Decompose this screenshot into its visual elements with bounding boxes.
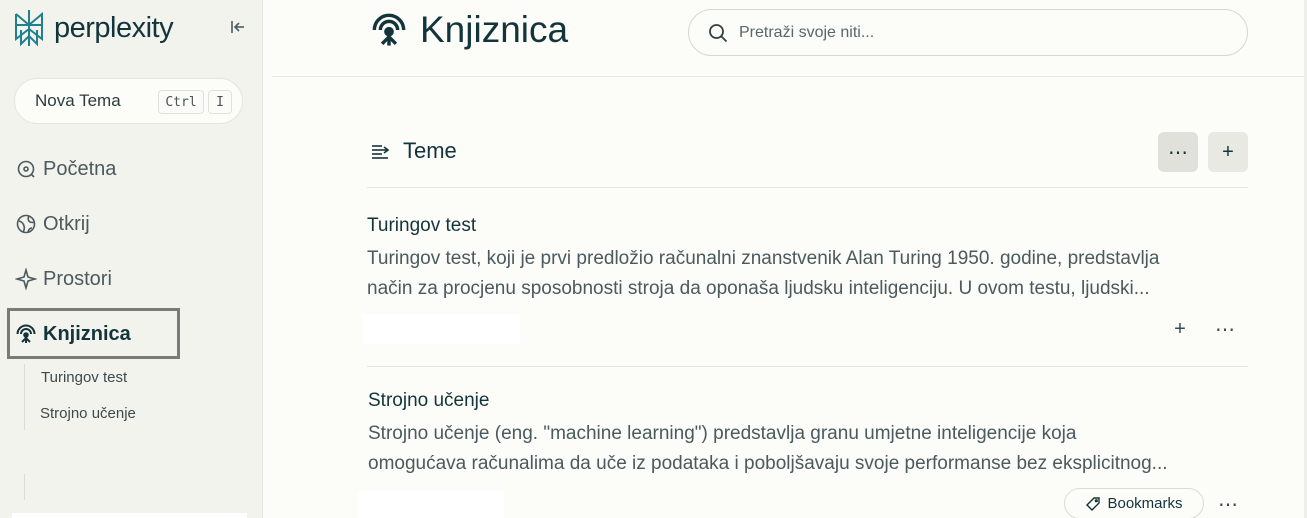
sidebar-item-label: Prostori [43, 267, 112, 290]
sidebar-item-discover[interactable]: Otkrij [15, 209, 90, 239]
thread-title[interactable]: Turingov test [367, 215, 476, 237]
new-topic-button[interactable]: Nova Tema Ctrl I [14, 78, 243, 124]
sidebar-item-label: Početna [43, 157, 117, 180]
more-horizontal-icon: ⋯ [1218, 493, 1238, 516]
header: Knjiznica [272, 0, 1307, 77]
thread-snippet-line: način za procjenu sposobnosti stroja da … [367, 278, 1150, 299]
thread-title[interactable]: Strojno učenje [368, 390, 489, 412]
redacted-area [358, 491, 504, 518]
sparkle-icon [15, 268, 37, 290]
search-input[interactable] [739, 23, 1219, 42]
divider [367, 366, 1248, 367]
thread-snippet-line: Turingov test, koji je prvi predložio ra… [367, 248, 1160, 269]
search-box[interactable] [688, 9, 1248, 56]
bookmarks-tag-button[interactable]: Bookmarks [1064, 488, 1204, 518]
redacted-area [362, 314, 520, 344]
compass-icon [17, 160, 35, 178]
divider [24, 474, 25, 500]
add-to-space-button[interactable]: + [1167, 316, 1193, 342]
new-topic-label: Nova Tema [35, 91, 121, 110]
thread-snippet-line: Strojno učenje (eng. "machine learning")… [368, 423, 1077, 444]
globe-icon [16, 214, 36, 234]
search-icon [709, 23, 728, 42]
section-add-button[interactable]: + [1208, 132, 1248, 172]
thread-more-button[interactable]: ⋯ [1215, 491, 1241, 517]
page-title: Knjiznica [370, 9, 568, 51]
shortcut-key-i: I [208, 90, 232, 114]
sidebar: perplexity Nova Tema Ctrl I Početna Otkr… [0, 0, 263, 518]
sidebar-item-spaces[interactable]: Prostori [15, 264, 112, 294]
sidebar-item-label: Knjiznica [43, 322, 131, 345]
sidebar-footer [12, 513, 247, 518]
section-title: Teme [370, 138, 457, 164]
library-icon [372, 13, 406, 46]
tag-icon [1086, 496, 1101, 511]
more-horizontal-icon: ⋯ [1168, 141, 1188, 164]
section-title-text: Teme [403, 138, 457, 163]
thread-snippet[interactable]: Strojno učenje (eng. "machine learning")… [368, 419, 1248, 479]
threads-section-header: Teme ⋯ + [370, 132, 1248, 172]
library-icon [16, 324, 36, 343]
collapse-left-icon [231, 21, 244, 33]
logo[interactable]: perplexity [12, 8, 174, 48]
library-thread-link[interactable]: Turingov test [41, 369, 127, 386]
sidebar-item-library[interactable]: Knjiznica [15, 319, 131, 349]
divider [367, 187, 1248, 188]
thread-snippet[interactable]: Turingov test, koji je prvi predložio ra… [367, 244, 1247, 304]
sidebar-item-label: Otkrij [43, 212, 90, 235]
perplexity-logo-icon [15, 10, 43, 47]
logo-text: perplexity [54, 11, 174, 44]
threads-icon [372, 144, 390, 159]
section-more-button[interactable]: ⋯ [1158, 132, 1198, 172]
page-title-text: Knjiznica [420, 9, 569, 50]
collapse-sidebar-button[interactable] [227, 16, 249, 38]
library-thread-link[interactable]: Strojno učenje [40, 405, 136, 422]
bookmarks-label: Bookmarks [1107, 495, 1183, 512]
sidebar-item-home[interactable]: Početna [15, 154, 116, 184]
thread-snippet-line: omogućava računalima da uče iz podataka … [368, 453, 1168, 474]
thread-list-line [24, 364, 25, 430]
more-horizontal-icon: ⋯ [1215, 318, 1235, 341]
shortcut-key-ctrl: Ctrl [158, 90, 204, 114]
plus-icon: + [1222, 140, 1234, 163]
plus-icon: + [1174, 317, 1186, 340]
thread-more-button[interactable]: ⋯ [1212, 316, 1238, 342]
